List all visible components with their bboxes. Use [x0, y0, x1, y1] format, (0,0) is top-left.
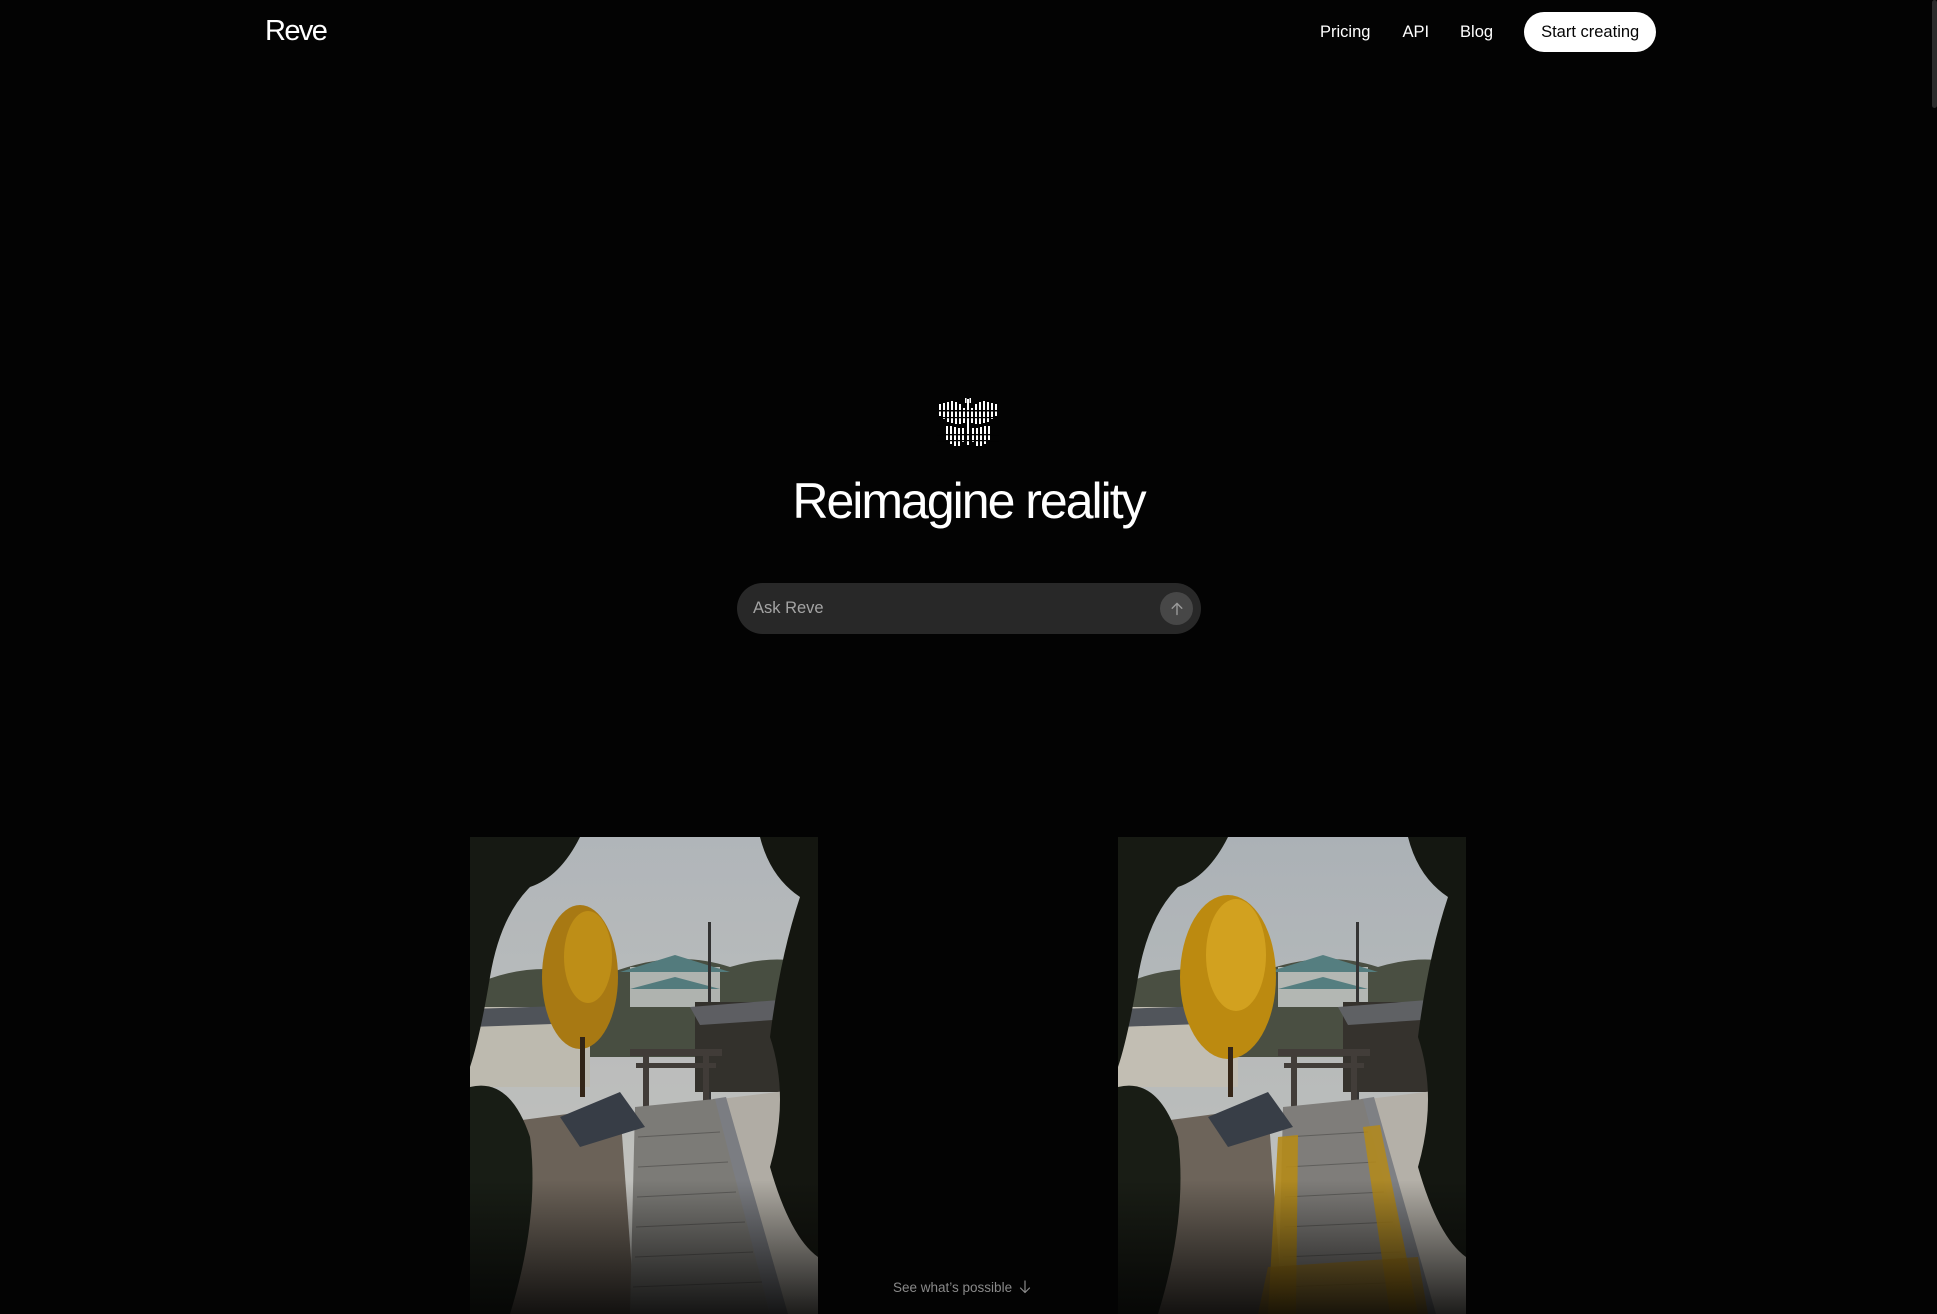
arrow-up-icon	[1171, 602, 1182, 615]
submit-prompt-button[interactable]	[1160, 592, 1193, 625]
original-photo	[470, 837, 818, 1314]
top-nav: Pricing API Blog Start creating	[1320, 12, 1657, 52]
hero-headline: Reimagine reality	[792, 473, 1146, 529]
page-scrollbar[interactable]	[1932, 0, 1937, 108]
ask-reve-input[interactable]	[753, 583, 1133, 634]
see-whats-possible-label: See what’s possible	[893, 1279, 1013, 1295]
nav-api-link[interactable]: API	[1402, 12, 1429, 52]
nav-pricing-link[interactable]: Pricing	[1320, 12, 1370, 52]
reve-logo[interactable]: Reve	[265, 13, 328, 49]
edited-photo	[1118, 837, 1466, 1314]
see-whats-possible-link[interactable]: See what’s possible	[893, 1277, 1031, 1297]
start-creating-button[interactable]: Start creating	[1524, 12, 1657, 52]
site-header: Reve Pricing API Blog Start creating	[0, 0, 1937, 64]
page: Reve Pricing API Blog Start creating Rei…	[0, 0, 1937, 1314]
butterfly-icon	[937, 398, 999, 448]
arrow-down-icon	[1019, 1280, 1031, 1294]
prompt-box	[737, 583, 1201, 634]
nav-blog-link[interactable]: Blog	[1460, 12, 1493, 52]
